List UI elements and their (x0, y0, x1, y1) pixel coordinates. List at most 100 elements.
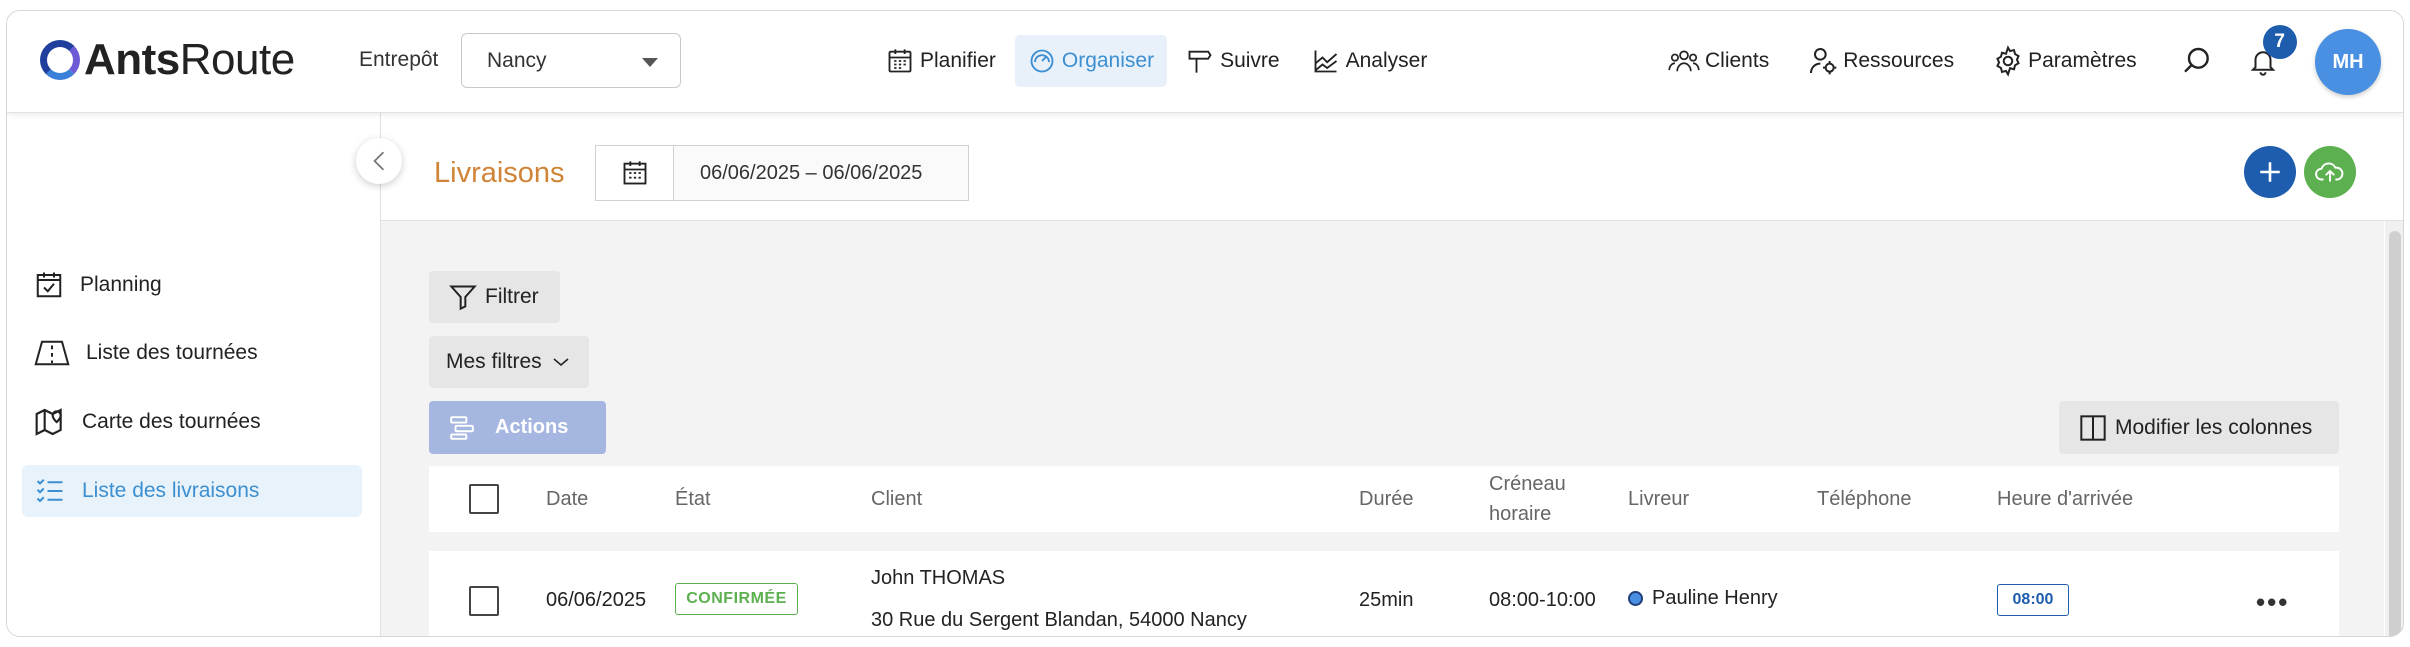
column-header-creneau[interactable]: Créneau horaire (1489, 466, 1566, 532)
checklist-icon (36, 479, 63, 503)
nav-planifier[interactable]: Planifier (873, 35, 1009, 87)
gauge-icon (1030, 49, 1054, 73)
column-header-creneau-line1: Créneau (1489, 473, 1566, 495)
user-gear-icon (1810, 47, 1837, 75)
nav-clients[interactable]: Clients (1667, 35, 1769, 87)
table-row[interactable]: 06/06/2025 CONFIRMÉE John THOMAS 30 Rue … (429, 551, 2339, 636)
calendar-check-icon (36, 272, 62, 298)
search-button[interactable] (2175, 35, 2219, 87)
warehouse-select[interactable]: Nancy (461, 33, 681, 88)
sidebar-item-liste-livraisons[interactable]: Liste des livraisons (22, 465, 362, 517)
top-navigation: AntsRoute Entrepôt Nancy Planifier Organ… (7, 11, 2403, 113)
column-header-telephone[interactable]: Téléphone (1817, 466, 1912, 532)
sidebar-item-carte-tournees[interactable]: Carte des tournées (22, 396, 362, 448)
table-header: Date État Client Durée Créneau horaire L… (429, 466, 2339, 532)
column-header-client[interactable]: Client (871, 466, 922, 532)
nav-clients-label: Clients (1705, 49, 1770, 72)
vertical-scrollbar[interactable] (2385, 221, 2403, 636)
logo-mark-icon (40, 40, 80, 80)
search-icon (2183, 47, 2209, 73)
actions-button-label: Actions (495, 416, 569, 438)
nav-planifier-label: Planifier (920, 49, 996, 72)
gear-icon (1996, 45, 2020, 77)
deliveries-content: Filtrer Mes filtres Actions Modifier les… (381, 221, 2384, 636)
page-header: Livraisons 06/06/2025 – 06/06/2025 (381, 113, 2403, 221)
sidebar-item-label: Carte des tournées (82, 410, 261, 433)
nav-parametres-label: Paramètres (2028, 49, 2137, 72)
nav-analyser[interactable]: Analyser (1299, 35, 1441, 87)
my-filters-label: Mes filtres (446, 350, 542, 373)
status-badge: CONFIRMÉE (675, 583, 798, 615)
nav-suivre-label: Suivre (1220, 49, 1280, 72)
nav-suivre[interactable]: Suivre (1173, 35, 1293, 87)
warehouse-label: Entrepôt (359, 48, 439, 71)
sidebar-item-label: Liste des livraisons (82, 479, 260, 502)
signpost-icon (1188, 50, 1212, 73)
filter-button-label: Filtrer (485, 285, 539, 308)
calendar-grid-icon (888, 49, 912, 73)
column-header-duree[interactable]: Durée (1359, 466, 1413, 532)
add-delivery-button[interactable] (2244, 146, 2296, 198)
filter-icon (449, 285, 477, 311)
columns-icon (2080, 414, 2106, 441)
column-header-heure-arrivee[interactable]: Heure d'arrivée (1997, 466, 2133, 532)
warehouse-select-value: Nancy (487, 48, 547, 72)
users-group-icon (1668, 50, 1700, 72)
date-range-picker[interactable]: 06/06/2025 – 06/06/2025 (595, 145, 969, 201)
actions-stack-icon (450, 415, 474, 440)
logo-text: AntsRoute (84, 35, 295, 84)
sidebar-collapse-button[interactable] (356, 138, 402, 184)
nav-analyser-label: Analyser (1345, 49, 1428, 72)
right-menu: Clients Ressources Paramètres 7 (1667, 25, 2297, 87)
sidebar-item-label: Planning (80, 273, 162, 296)
app-window: AntsRoute Entrepôt Nancy Planifier Organ… (6, 10, 2404, 637)
cell-slot: 08:00-10:00 (1489, 589, 1596, 611)
column-header-etat[interactable]: État (675, 466, 711, 532)
my-filters-dropdown[interactable]: Mes filtres (429, 336, 589, 388)
driver-color-dot (1628, 591, 1643, 607)
sidebar: Planning Liste des tournées Carte des to… (7, 113, 381, 636)
column-header-livreur[interactable]: Livreur (1628, 466, 1689, 532)
cloud-upload-icon (2315, 162, 2344, 182)
scrollbar-thumb[interactable] (2389, 231, 2401, 636)
plus-icon (2260, 162, 2280, 182)
cell-driver: Pauline Henry (1628, 587, 1778, 610)
select-all-cell (469, 466, 499, 532)
edit-columns-button[interactable]: Modifier les colonnes (2059, 401, 2339, 454)
actions-button[interactable]: Actions (429, 401, 606, 454)
arrival-time-badge: 08:00 (1997, 584, 2069, 616)
nav-ressources-label: Ressources (1843, 49, 1955, 72)
column-header-creneau-line2: horaire (1489, 503, 1552, 525)
sidebar-item-liste-tournees[interactable]: Liste des tournées (22, 327, 362, 379)
road-icon (34, 340, 70, 366)
calendar-icon (623, 161, 646, 185)
row-checkbox[interactable] (469, 586, 499, 616)
column-header-date[interactable]: Date (546, 466, 588, 532)
chart-line-icon (1314, 50, 1337, 73)
row-more-options-icon[interactable]: ••• (2256, 587, 2289, 618)
nav-parametres[interactable]: Paramètres (1992, 35, 2137, 87)
cell-client-name: John THOMAS (871, 567, 1006, 589)
map-pin-icon (35, 408, 62, 436)
page-title: Livraisons (434, 157, 565, 189)
filter-button[interactable]: Filtrer (429, 271, 560, 323)
cell-date: 06/06/2025 (546, 589, 647, 611)
notifications-button[interactable]: 7 (2241, 25, 2297, 87)
antsroute-logo[interactable]: AntsRoute (40, 35, 295, 85)
cell-duration: 25min (1359, 589, 1414, 611)
main-menu: Planifier Organiser Suivre Analyser (873, 35, 1440, 87)
edit-columns-label: Modifier les colonnes (2115, 415, 2313, 439)
chevron-down-icon (642, 58, 658, 67)
nav-organiser[interactable]: Organiser (1014, 35, 1168, 87)
sidebar-item-planning[interactable]: Planning (22, 259, 362, 311)
driver-name: Pauline Henry (1652, 587, 1778, 609)
sidebar-item-label: Liste des tournées (86, 341, 258, 364)
nav-ressources[interactable]: Ressources (1807, 35, 1954, 87)
cell-client-address: 30 Rue du Sergent Blandan, 54000 Nancy (871, 609, 1247, 631)
chevron-down-icon (553, 358, 569, 367)
notifications-badge: 7 (2262, 25, 2297, 59)
user-avatar[interactable]: MH (2315, 29, 2381, 95)
calendar-button[interactable] (596, 146, 674, 200)
upload-button[interactable] (2304, 146, 2356, 198)
select-all-checkbox[interactable] (469, 484, 499, 514)
